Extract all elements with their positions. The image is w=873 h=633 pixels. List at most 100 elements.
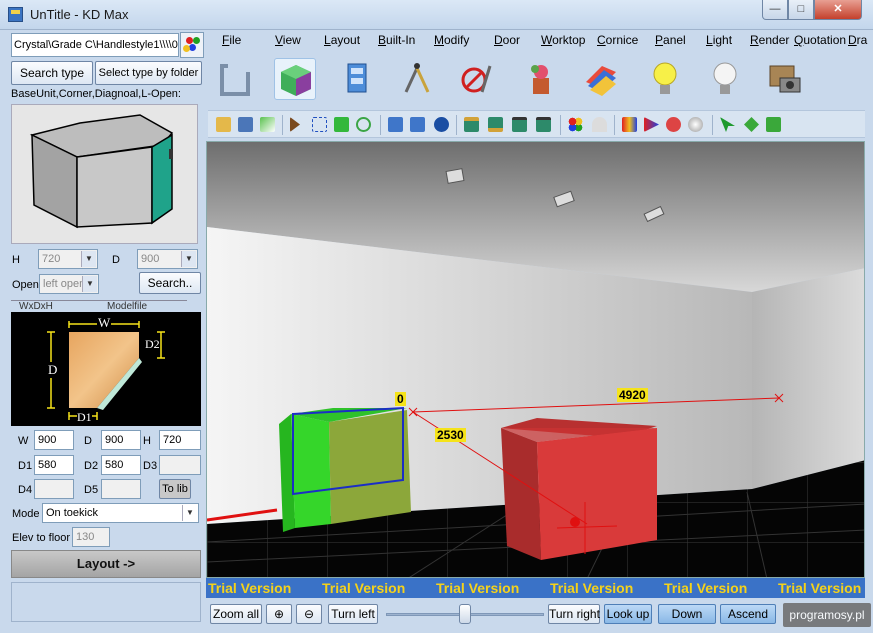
trial-text: Trial Version: [436, 580, 520, 596]
render-sphere-icon[interactable]: [688, 117, 703, 132]
search-type-button[interactable]: Search type: [11, 61, 93, 85]
maximize-button[interactable]: □: [788, 0, 814, 20]
map-icon[interactable]: [766, 117, 781, 132]
menu-quotation[interactable]: Quotation: [794, 33, 846, 47]
render-preview-icon[interactable]: [666, 117, 681, 132]
door-plant-icon[interactable]: [520, 58, 562, 100]
menu-light[interactable]: Light: [706, 33, 732, 47]
select-box-icon[interactable]: [312, 117, 327, 132]
elev-label: Elev to floor: [12, 532, 71, 544]
d3-input[interactable]: [159, 455, 201, 475]
app-icon: [8, 7, 23, 22]
play-icon[interactable]: [290, 117, 300, 132]
open-select[interactable]: left open ▼: [39, 274, 99, 294]
d1-label: D1: [18, 460, 33, 472]
elev-input[interactable]: 130: [72, 527, 110, 547]
base-cabinet-icon[interactable]: [488, 117, 503, 132]
file-room-icon[interactable]: [214, 58, 256, 100]
pointer-icon[interactable]: [720, 117, 735, 132]
menu-worktop[interactable]: Worktop: [541, 33, 585, 47]
h-input[interactable]: 720: [159, 430, 201, 450]
tab-wxdxh[interactable]: WxDxH: [11, 300, 99, 310]
diagram-w-label: W: [97, 315, 112, 331]
panel-icon[interactable]: [536, 117, 551, 132]
light-cone-icon[interactable]: [592, 117, 607, 132]
menu-draw[interactable]: Dra: [848, 33, 867, 47]
trial-version-banner: Trial Version Trial Version Trial Versio…: [206, 578, 865, 598]
close-button[interactable]: ✕: [814, 0, 862, 20]
zoom-in-button[interactable]: ⊕: [266, 604, 292, 624]
d4-input[interactable]: [34, 479, 74, 499]
minimize-button[interactable]: —: [762, 0, 788, 20]
rotation-slider-thumb[interactable]: [459, 604, 471, 624]
color-dots-icon[interactable]: [568, 117, 583, 132]
render-flag-icon[interactable]: [622, 117, 637, 132]
move-up-icon[interactable]: [388, 117, 403, 132]
d-select[interactable]: 900 ▼: [137, 249, 198, 269]
trial-text: Trial Version: [322, 580, 406, 596]
menu-view[interactable]: View: [275, 33, 301, 47]
down-button[interactable]: Down: [658, 604, 716, 624]
dimension-label-zero: 0: [395, 392, 406, 406]
watermark: programosy.pl: [783, 603, 871, 627]
save-icon[interactable]: [238, 117, 253, 132]
erase-icon[interactable]: [260, 117, 275, 132]
w-input[interactable]: 900: [34, 430, 74, 450]
library-path-field[interactable]: Crystal\Grade C\Handlestyle1\\\\0: [11, 33, 179, 57]
zoom-out-button[interactable]: ⊖: [296, 604, 322, 624]
layout-cabinet-icon[interactable]: [336, 58, 378, 100]
menu-file[interactable]: File: [222, 33, 241, 47]
select-type-by-folder-button[interactable]: Select type by folder: [95, 61, 202, 85]
zoom-all-button[interactable]: Zoom all: [210, 604, 262, 624]
menu-door[interactable]: Door: [494, 33, 520, 47]
color-palette-button[interactable]: [180, 32, 204, 58]
d-param-label: D: [84, 435, 92, 447]
menu-render[interactable]: Render: [750, 33, 789, 47]
green-gem-icon[interactable]: [744, 117, 759, 132]
modify-tools-icon[interactable]: [456, 58, 498, 100]
d1-input[interactable]: 580: [34, 455, 74, 475]
menu-layout[interactable]: Layout: [324, 33, 360, 47]
worktop-colors-icon[interactable]: [580, 58, 622, 100]
cabinet-thumbnail[interactable]: [11, 104, 198, 244]
rotate-icon[interactable]: [356, 117, 371, 132]
d-input[interactable]: 900: [101, 430, 141, 450]
menu-modify[interactable]: Modify: [434, 33, 469, 47]
green-block-icon[interactable]: [334, 117, 349, 132]
to-lib-button[interactable]: To lib: [159, 479, 191, 499]
turn-left-button[interactable]: Turn left: [328, 604, 378, 624]
tall-cabinet-icon[interactable]: [512, 117, 527, 132]
light-bulb-off-icon[interactable]: [704, 58, 746, 100]
diagram-d2-label: D2: [145, 337, 160, 352]
category-label: BaseUnit,Corner,Diagnoal,L-Open:: [11, 88, 181, 100]
mode-select[interactable]: On toekick ▼: [42, 503, 199, 523]
tab-strip: WxDxH Modelfile: [11, 298, 201, 310]
h-select[interactable]: 720 ▼: [38, 249, 98, 269]
wall-cabinet-icon[interactable]: [464, 117, 479, 132]
d5-input[interactable]: [101, 479, 141, 499]
ascend-button[interactable]: Ascend: [720, 604, 776, 624]
layout-button[interactable]: Layout ->: [11, 550, 201, 578]
render-camera-icon[interactable]: [764, 58, 806, 100]
3d-viewport[interactable]: 4920 2530 0: [206, 141, 865, 578]
left-panel: Crystal\Grade C\Handlestyle1\\\\0 Search…: [8, 30, 205, 627]
open-folder-icon[interactable]: [216, 117, 231, 132]
light-bulb-on-icon[interactable]: [644, 58, 686, 100]
view-cube-icon[interactable]: [274, 58, 316, 100]
trial-text: Trial Version: [550, 580, 634, 596]
menu-panel[interactable]: Panel: [655, 33, 686, 47]
d5-label: D5: [84, 484, 99, 496]
turn-right-button[interactable]: Turn right: [548, 604, 600, 624]
built-in-tools-icon[interactable]: [396, 58, 438, 100]
tab-modelfile[interactable]: Modelfile: [99, 300, 187, 310]
render-play-icon[interactable]: [644, 117, 659, 132]
menu-built-in[interactable]: Built-In: [378, 33, 415, 47]
dimension-label-side: 2530: [435, 428, 466, 442]
search-button[interactable]: Search..: [139, 272, 201, 294]
look-up-button[interactable]: Look up: [604, 604, 652, 624]
move-back-icon[interactable]: [410, 117, 425, 132]
d2-input[interactable]: 580: [101, 455, 141, 475]
menu-cornice[interactable]: Cornice: [597, 33, 638, 47]
chevron-down-icon: ▼: [182, 505, 197, 521]
info-icon[interactable]: [434, 117, 449, 132]
